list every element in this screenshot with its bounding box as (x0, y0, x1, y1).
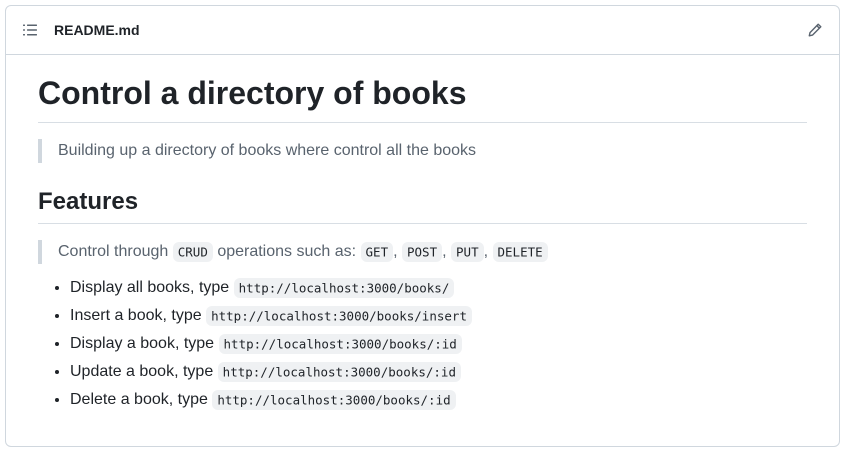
method-delete-code: DELETE (492, 241, 548, 262)
intro-blockquote: Building up a directory of books where c… (38, 139, 807, 163)
features-list: Display all books, type http://localhost… (38, 276, 807, 412)
feature-url-code: http://localhost:3000/books/insert (206, 305, 472, 326)
feature-url-code: http://localhost:3000/books/:id (212, 389, 456, 410)
separator: , (483, 243, 489, 260)
separator: , (442, 243, 447, 260)
readme-panel: README.md Control a directory of books B… (5, 5, 840, 447)
feature-text: Display a book, type (70, 335, 215, 352)
crud-code: CRUD (172, 241, 213, 262)
pencil-icon[interactable] (807, 22, 823, 38)
feature-url-code: http://localhost:3000/books/:id (218, 333, 462, 354)
feature-text: Display all books, type (70, 279, 230, 296)
readme-filename[interactable]: README.md (54, 22, 140, 38)
separator: , (393, 243, 398, 260)
method-get-code: GET (360, 241, 394, 262)
list-unordered-icon[interactable] (22, 22, 38, 38)
method-put-code: PUT (451, 241, 484, 262)
features-quote-middle: operations such as: (217, 243, 357, 260)
method-post-code: POST (402, 241, 443, 262)
feature-text: Delete a book, type (70, 391, 208, 408)
feature-url-code: http://localhost:3000/books/:id (217, 361, 461, 382)
readme-header: README.md (6, 6, 839, 55)
features-heading: Features (38, 187, 807, 224)
features-blockquote: Control through CRUD operations such as:… (38, 240, 807, 264)
feature-url-code: http://localhost:3000/books/ (233, 277, 455, 298)
markdown-body: Control a directory of books Building up… (6, 73, 839, 412)
list-item: Insert a book, type http://localhost:300… (70, 304, 807, 328)
feature-text: Update a book, type (70, 363, 214, 380)
features-quote-prefix: Control through (58, 243, 169, 260)
list-item: Display a book, type http://localhost:30… (70, 332, 807, 356)
feature-text: Insert a book, type (70, 307, 202, 324)
list-item: Update a book, type http://localhost:300… (70, 360, 807, 384)
page-title: Control a directory of books (38, 73, 807, 123)
list-item: Delete a book, type http://localhost:300… (70, 388, 807, 412)
list-item: Display all books, type http://localhost… (70, 276, 807, 300)
intro-quote-text: Building up a directory of books where c… (58, 142, 477, 159)
